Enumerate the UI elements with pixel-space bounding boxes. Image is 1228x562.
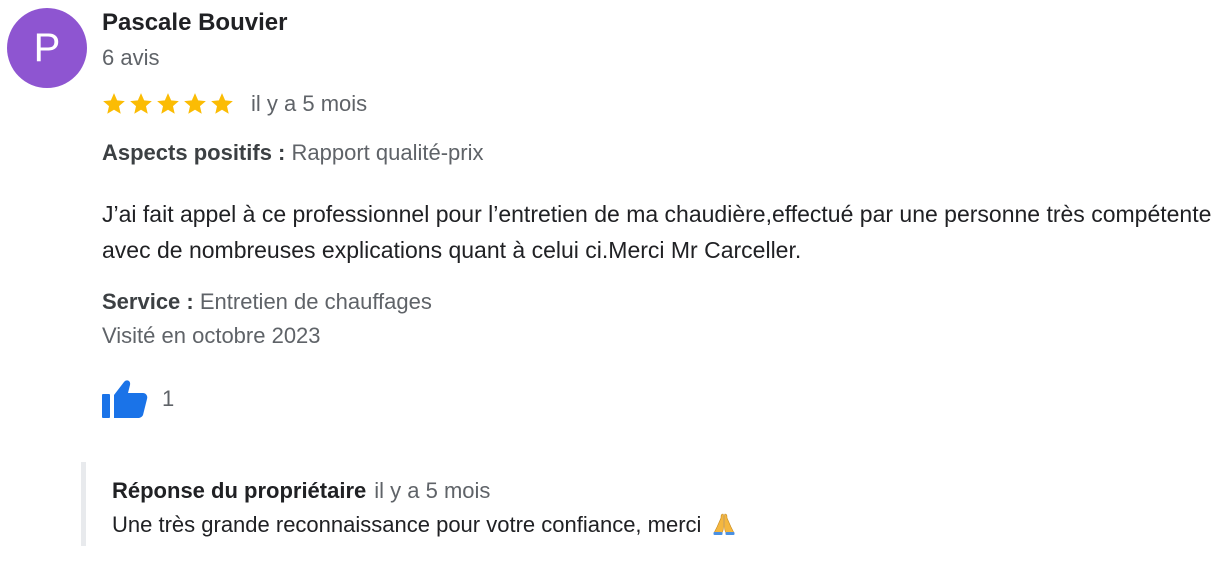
- star-icon: [103, 93, 125, 114]
- like-count: 1: [162, 386, 175, 411]
- star-rating: [101, 91, 235, 117]
- star-icon: [157, 93, 179, 114]
- visit-date: Visité en octobre 2023: [102, 323, 321, 348]
- reviewer-review-count: 6 avis: [102, 45, 160, 70]
- thumbs-up-icon: [102, 380, 148, 418]
- like-row: 1: [100, 378, 174, 420]
- rating-row: il y a 5 mois: [101, 89, 367, 119]
- positive-aspects-value: Rapport qualité-prix: [291, 140, 484, 165]
- owner-reply: Réponse du propriétaire il y a 5 mois Une…: [81, 462, 986, 546]
- review-text: J’ai fait appel à ce professionnel pour …: [102, 201, 1212, 263]
- star-icon: [211, 93, 233, 114]
- like-button[interactable]: [100, 378, 150, 420]
- folded-hands-icon: [713, 513, 735, 535]
- avatar[interactable]: P: [7, 8, 87, 88]
- owner-reply-date: il y a 5 mois: [374, 478, 491, 503]
- avatar-initial: P: [33, 25, 61, 70]
- service-label: Service :: [102, 289, 194, 314]
- owner-reply-text-line: Une très grande reconnaissance pour votr…: [112, 512, 736, 538]
- owner-reply-title: Réponse du propriétaire: [112, 478, 367, 503]
- star-icon: [184, 93, 206, 114]
- owner-reply-header: Réponse du propriétaire il y a 5 mois: [112, 478, 490, 504]
- service-info: Service : Entretien de chauffages: [102, 289, 432, 315]
- review-date: il y a 5 mois: [251, 91, 368, 116]
- positive-aspects-label: Aspects positifs :: [102, 140, 286, 165]
- reviewer-name[interactable]: Pascale Bouvier: [102, 9, 287, 37]
- positive-aspects: Aspects positifs : Rapport qualité-prix: [102, 140, 483, 166]
- star-icon: [130, 93, 152, 114]
- service-value: Entretien de chauffages: [199, 289, 432, 314]
- owner-reply-text: Une très grande reconnaissance pour votr…: [112, 512, 702, 537]
